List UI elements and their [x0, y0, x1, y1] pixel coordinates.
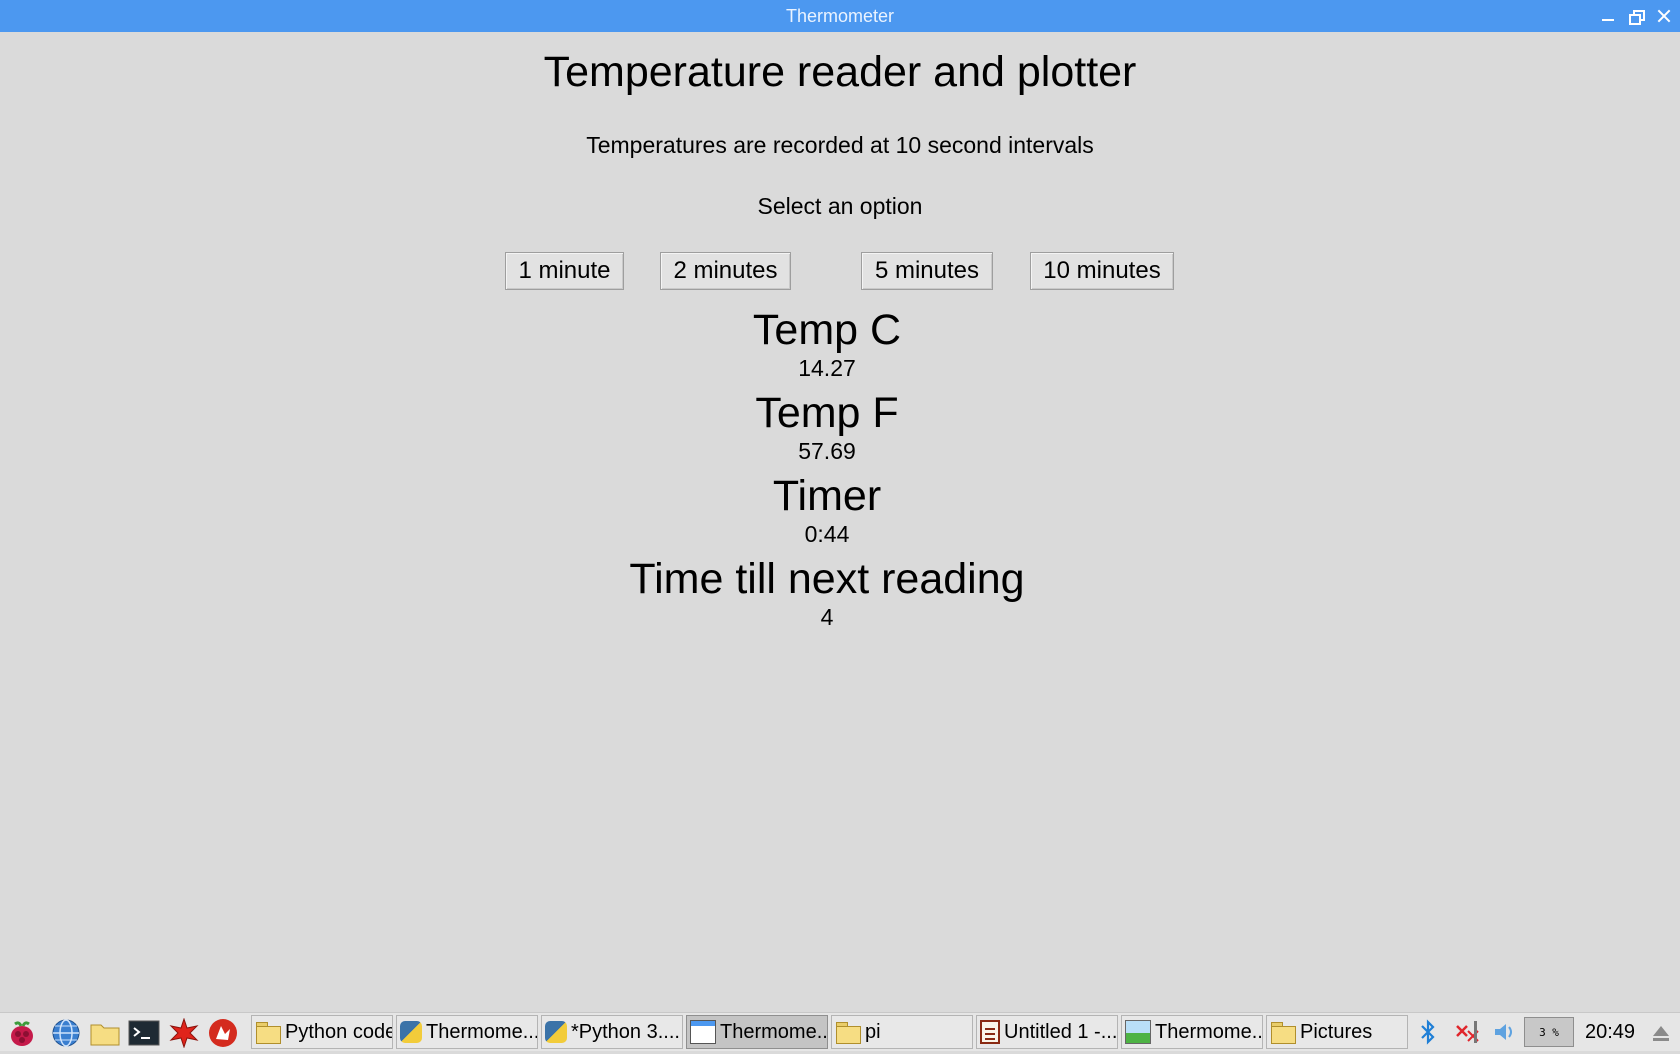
- minimize-icon[interactable]: [1600, 8, 1616, 24]
- volume-icon[interactable]: [1492, 1013, 1518, 1051]
- image-viewer-icon: [1125, 1020, 1151, 1044]
- document-icon: [980, 1020, 1000, 1044]
- cpu-usage-value: 3 %: [1539, 1025, 1559, 1039]
- task-thermometer-window[interactable]: Thermome...: [686, 1015, 828, 1049]
- restore-icon[interactable]: [1628, 8, 1645, 25]
- web-browser-icon[interactable]: [50, 1018, 82, 1048]
- task-thermometer-image[interactable]: Thermome...: [1121, 1015, 1263, 1049]
- temp-c-label: Temp C: [752, 306, 902, 354]
- next-reading-readout: Time till next reading 4: [600, 555, 1054, 631]
- window-titlebar[interactable]: Thermometer: [0, 0, 1680, 32]
- option-2-minutes-button[interactable]: 2 minutes: [660, 252, 791, 290]
- option-1-minute-button[interactable]: 1 minute: [505, 252, 624, 290]
- interval-description: Temperatures are recorded at 10 second i…: [586, 132, 1094, 158]
- next-reading-label: Time till next reading: [629, 555, 1025, 603]
- task-untitled-document[interactable]: Untitled 1 -...: [976, 1015, 1118, 1049]
- folder-icon: [1270, 1020, 1296, 1044]
- mathematica-icon[interactable]: [168, 1017, 200, 1049]
- next-reading-value: 4: [820, 604, 834, 630]
- timer-label: Timer: [772, 472, 882, 520]
- task-thermometer-python[interactable]: Thermome...: [396, 1015, 538, 1049]
- window-icon: [690, 1020, 716, 1044]
- taskbar: Python code Thermome... *Python 3.... Th…: [0, 1012, 1680, 1051]
- terminal-icon[interactable]: [128, 1018, 160, 1048]
- task-label: Python code: [285, 1020, 393, 1043]
- task-python-code[interactable]: Python code: [251, 1015, 393, 1049]
- eject-icon[interactable]: [1650, 1013, 1672, 1051]
- raspberry-menu-icon[interactable]: [6, 1018, 38, 1048]
- timer-readout: Timer 0:44: [600, 472, 1054, 548]
- file-manager-icon[interactable]: [89, 1018, 121, 1048]
- temp-f-readout: Temp F 57.69: [600, 389, 1054, 465]
- page-title: Temperature reader and plotter: [543, 48, 1137, 96]
- network-disconnected-icon[interactable]: [1454, 1013, 1482, 1051]
- window-title: Thermometer: [785, 5, 895, 26]
- clock[interactable]: 20:49: [1585, 1013, 1635, 1051]
- task-pictures-folder[interactable]: Pictures: [1266, 1015, 1408, 1049]
- task-label: Thermome...: [720, 1020, 828, 1043]
- folder-icon: [835, 1020, 861, 1044]
- task-label: Thermome...: [426, 1020, 538, 1043]
- task-python-shell[interactable]: *Python 3....: [541, 1015, 683, 1049]
- app-body: Temperature reader and plotter Temperatu…: [0, 32, 1680, 1012]
- select-option-label: Select an option: [757, 193, 923, 219]
- task-label: Thermome...: [1155, 1020, 1263, 1043]
- python-icon: [400, 1021, 422, 1043]
- folder-icon: [255, 1020, 281, 1044]
- task-pi-folder[interactable]: pi: [831, 1015, 973, 1049]
- temp-f-value: 57.69: [798, 438, 856, 464]
- temp-c-readout: Temp C 14.27: [600, 306, 1054, 382]
- bluetooth-icon[interactable]: [1416, 1013, 1440, 1051]
- option-10-minutes-button[interactable]: 10 minutes: [1030, 252, 1174, 290]
- python-icon: [545, 1021, 567, 1043]
- temp-c-value: 14.27: [798, 355, 856, 381]
- task-label: Pictures: [1300, 1020, 1373, 1043]
- temp-f-label: Temp F: [755, 389, 899, 437]
- close-icon[interactable]: [1656, 8, 1672, 24]
- task-label: Untitled 1 -...: [1004, 1020, 1118, 1043]
- task-label: *Python 3....: [571, 1020, 680, 1043]
- option-5-minutes-button[interactable]: 5 minutes: [861, 252, 993, 290]
- wolfram-icon[interactable]: [207, 1018, 239, 1048]
- cpu-usage-monitor[interactable]: 3 %: [1524, 1017, 1574, 1047]
- task-label: pi: [865, 1020, 881, 1043]
- timer-value: 0:44: [804, 521, 850, 547]
